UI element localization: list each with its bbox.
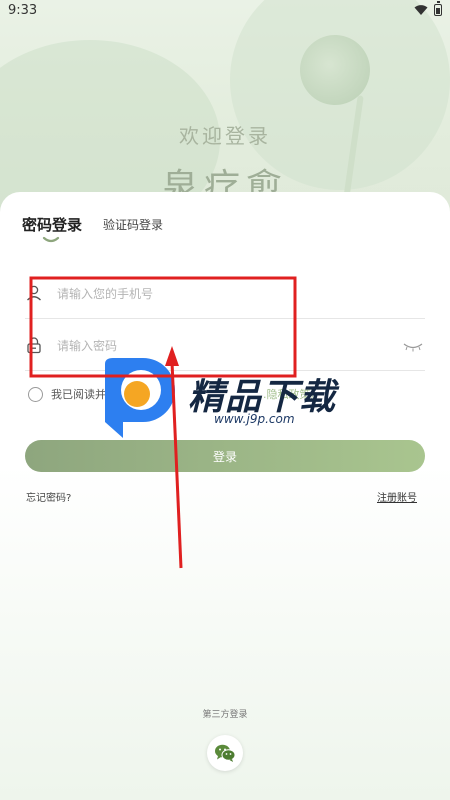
tab-code-login[interactable]: 验证码登录 <box>103 216 163 233</box>
phone-field <box>25 270 425 319</box>
login-card: 密码登录 验证码登录 我已阅读并 ...隐私政策》 登录 忘记密码? 注册账号 <box>0 192 450 800</box>
tab-indicator <box>42 236 60 243</box>
phone-input[interactable] <box>55 280 379 308</box>
wifi-icon <box>414 5 428 15</box>
tab-password-login[interactable]: 密码登录 <box>22 214 82 235</box>
password-field <box>25 322 425 371</box>
user-icon <box>27 285 41 301</box>
eye-closed-icon[interactable] <box>403 342 423 352</box>
password-input[interactable] <box>55 332 379 360</box>
agreement-checkbox[interactable] <box>28 386 43 402</box>
welcome-text: 欢迎登录 <box>179 124 271 148</box>
status-time: 9:33 <box>8 3 38 18</box>
status-icons <box>414 1 442 17</box>
wechat-icon <box>215 744 236 762</box>
battery-icon <box>434 1 442 16</box>
watermark-url: www.j9p.com <box>214 412 295 426</box>
lock-icon <box>27 337 41 354</box>
watermark-logo-icon <box>105 358 175 438</box>
status-bar: 9:33 <box>0 0 450 20</box>
login-button[interactable]: 登录 <box>25 440 425 472</box>
wechat-login-button[interactable] <box>207 735 243 771</box>
third-party-label: 第三方登录 <box>202 710 248 720</box>
forgot-password-link[interactable]: 忘记密码? <box>26 489 71 504</box>
register-link[interactable]: 注册账号 <box>377 489 417 504</box>
